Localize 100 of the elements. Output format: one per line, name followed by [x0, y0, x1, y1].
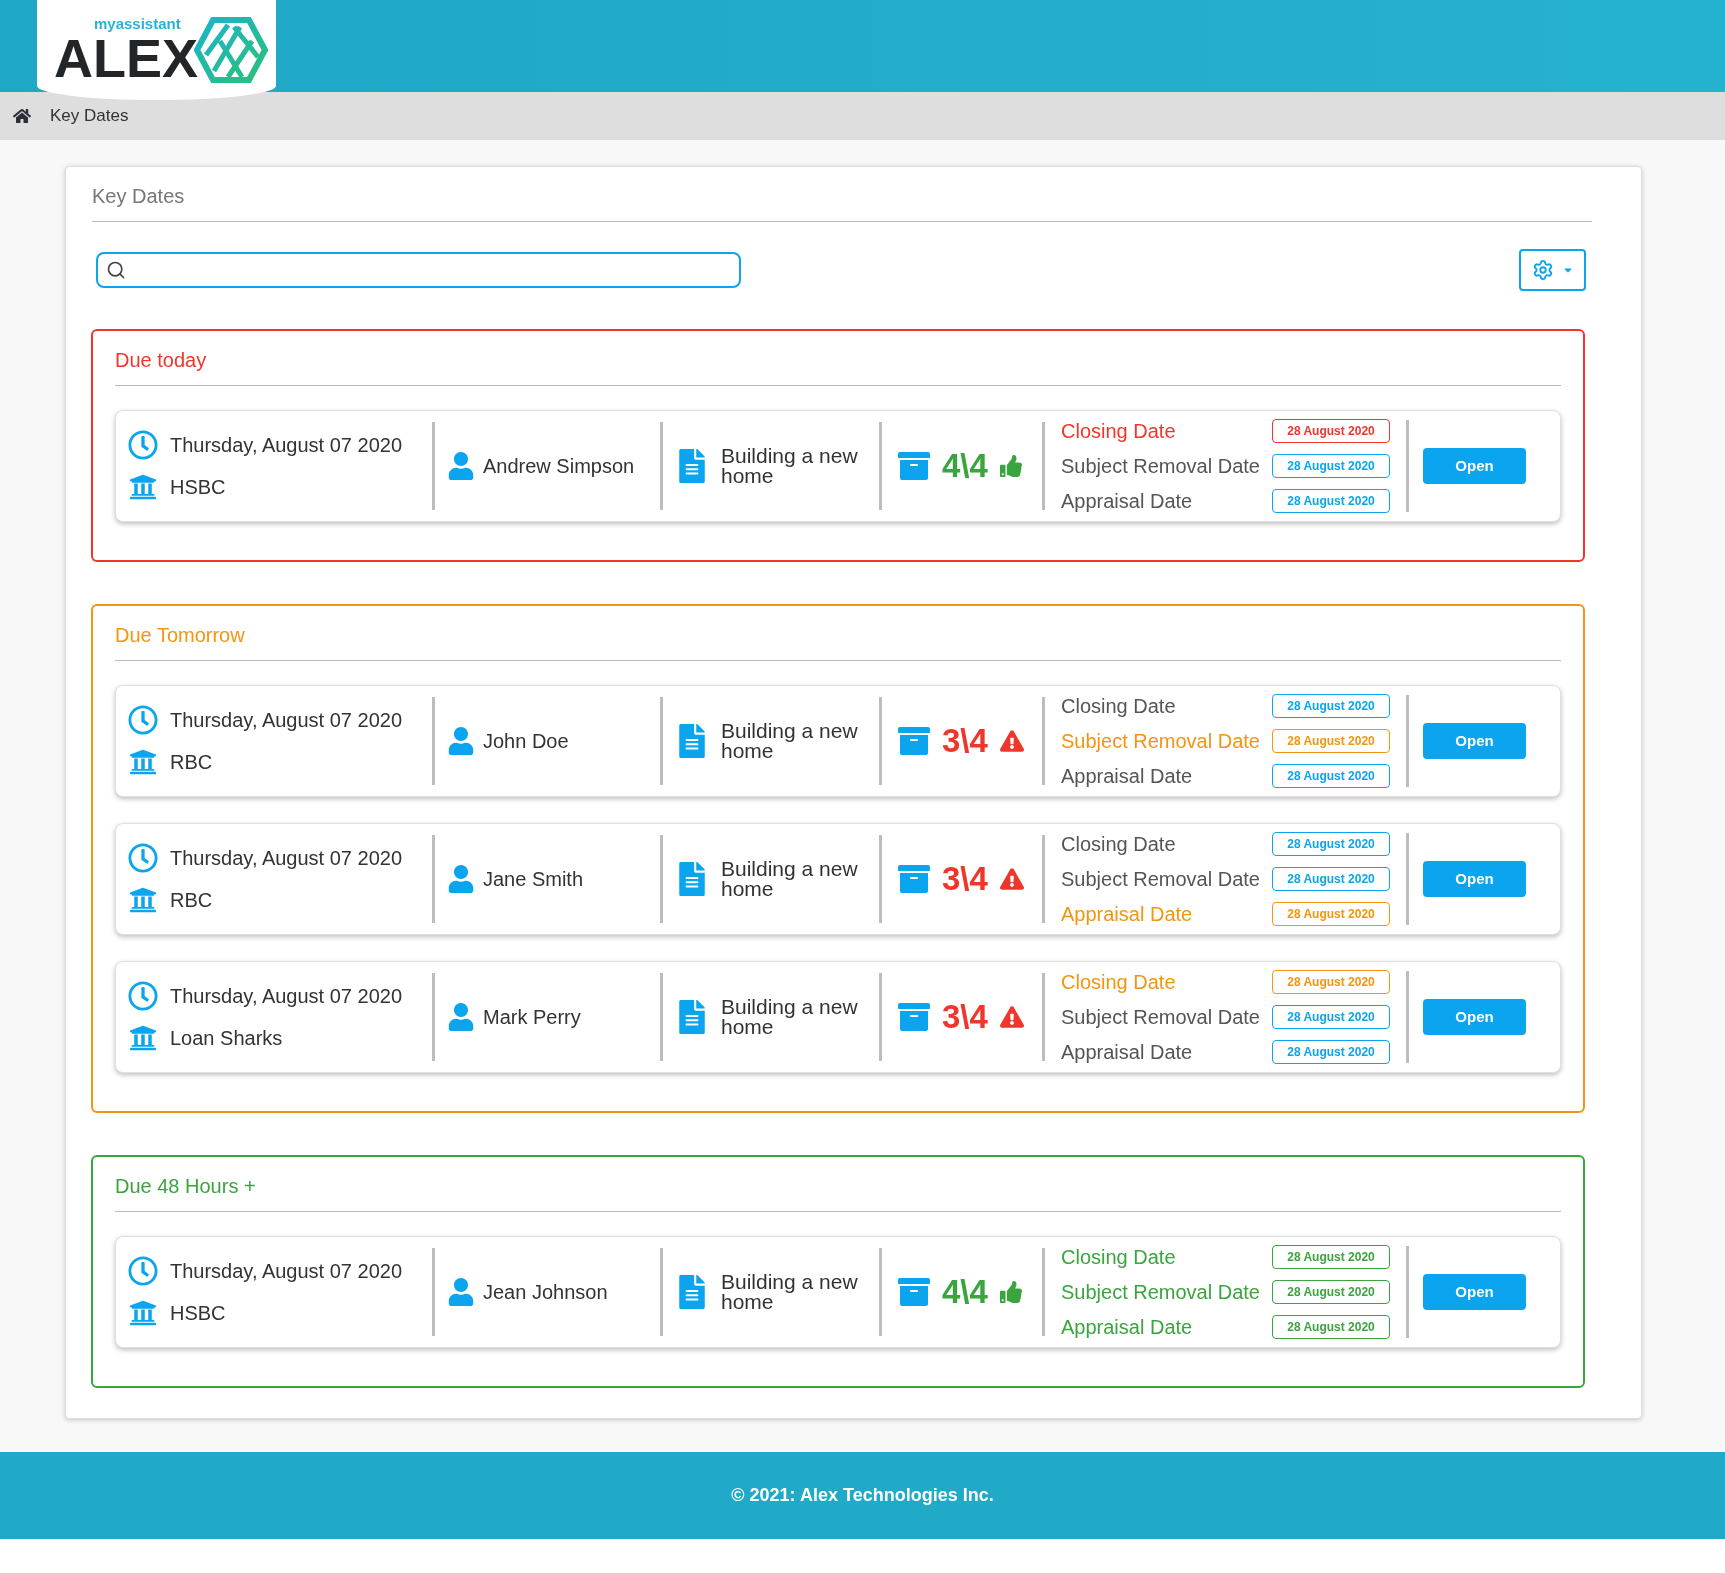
lender-text: Loan Sharks	[170, 1026, 283, 1051]
lender-text: RBC	[170, 888, 213, 913]
open-button[interactable]: Open	[1423, 999, 1526, 1035]
date-label: Subject Removal Date	[1061, 1280, 1260, 1305]
search-field[interactable]	[96, 252, 741, 288]
project-text: Building a new home	[721, 1272, 859, 1312]
date-tag: 28 August 2020	[1272, 489, 1390, 513]
thumbs-up-icon	[999, 1281, 1022, 1303]
archive-box-icon	[898, 450, 930, 482]
person-icon	[447, 1003, 475, 1031]
person-icon	[447, 1278, 475, 1306]
archive-box-icon	[898, 863, 930, 895]
bank-icon	[128, 1024, 158, 1052]
client-name: Andrew Simpson	[483, 454, 635, 479]
document-icon	[679, 1000, 705, 1034]
clock-icon	[128, 430, 158, 460]
date-text: Thursday, August 07 2020	[170, 708, 402, 733]
date-tag: 28 August 2020	[1272, 1315, 1390, 1339]
date-label: Appraisal Date	[1061, 1315, 1193, 1340]
date-tag: 28 August 2020	[1272, 729, 1390, 753]
date-tag: 28 August 2020	[1272, 694, 1390, 718]
bank-icon	[128, 886, 158, 914]
score-text: 3\4	[942, 997, 988, 1038]
settings-icon	[1531, 259, 1554, 281]
date-tag: 28 August 2020	[1272, 970, 1390, 994]
section-title: Due Tomorrow	[115, 620, 1561, 661]
warning-icon	[999, 1005, 1024, 1029]
settings-button[interactable]	[1519, 249, 1586, 291]
client-name: Jean Johnson	[483, 1280, 608, 1305]
date-tag: 28 August 2020	[1272, 454, 1390, 478]
breadcrumb-text[interactable]: Key Dates	[50, 103, 129, 129]
client-name: John Doe	[483, 729, 569, 754]
warning-icon	[999, 867, 1024, 891]
person-icon	[447, 727, 475, 755]
open-button[interactable]: Open	[1423, 1274, 1526, 1310]
bank-icon	[128, 1299, 158, 1327]
open-button[interactable]: Open	[1423, 448, 1526, 484]
person-icon	[447, 865, 475, 893]
date-label: Appraisal Date	[1061, 902, 1193, 927]
date-label: Closing Date	[1061, 970, 1176, 995]
lender-text: RBC	[170, 750, 213, 775]
copyright-text: © 2021: Alex Technologies Inc.	[731, 1484, 994, 1507]
date-tag: 28 August 2020	[1272, 1245, 1390, 1269]
search-icon	[106, 260, 126, 280]
date-tag: 28 August 2020	[1272, 832, 1390, 856]
date-label: Subject Removal Date	[1061, 867, 1260, 892]
document-icon	[679, 1275, 705, 1309]
date-label: Subject Removal Date	[1061, 1005, 1260, 1030]
date-label: Closing Date	[1061, 1245, 1176, 1270]
date-text: Thursday, August 07 2020	[170, 984, 402, 1009]
date-text: Thursday, August 07 2020	[170, 1259, 402, 1284]
logo-tagline: myassistant	[94, 15, 182, 31]
date-tag: 28 August 2020	[1272, 867, 1390, 891]
date-label: Appraisal Date	[1061, 1040, 1193, 1065]
bank-icon	[128, 748, 158, 776]
open-button[interactable]: Open	[1423, 861, 1526, 897]
date-tag: 28 August 2020	[1272, 1040, 1390, 1064]
date-label: Appraisal Date	[1061, 764, 1193, 789]
score-text: 4\4	[942, 1272, 988, 1313]
section-title: Due today	[115, 345, 1561, 386]
date-text: Thursday, August 07 2020	[170, 433, 402, 458]
date-tag: 28 August 2020	[1272, 1280, 1390, 1304]
clock-icon	[128, 1256, 158, 1286]
clock-icon	[128, 843, 158, 873]
project-text: Building a new home	[721, 859, 859, 899]
clock-icon	[128, 981, 158, 1011]
home-icon[interactable]	[13, 107, 31, 125]
thumbs-up-icon	[999, 455, 1022, 477]
document-icon	[679, 724, 705, 758]
archive-box-icon	[898, 725, 930, 757]
lender-text: HSBC	[170, 1301, 226, 1326]
logo[interactable]: myassistant ALEX	[37, 0, 276, 100]
person-icon	[447, 452, 475, 480]
date-label: Closing Date	[1061, 419, 1176, 444]
open-button[interactable]: Open	[1423, 723, 1526, 759]
score-text: 3\4	[942, 721, 988, 762]
date-label: Closing Date	[1061, 832, 1176, 857]
client-name: Jane Smith	[483, 867, 584, 892]
document-icon	[679, 862, 705, 896]
client-name: Mark Perry	[483, 1005, 581, 1030]
project-text: Building a new home	[721, 446, 859, 486]
document-icon	[679, 449, 705, 483]
date-label: Appraisal Date	[1061, 489, 1193, 514]
archive-box-icon	[898, 1001, 930, 1033]
lender-text: HSBC	[170, 475, 226, 500]
archive-box-icon	[898, 1276, 930, 1308]
date-label: Subject Removal Date	[1061, 454, 1260, 479]
warning-icon	[999, 729, 1024, 753]
date-tag: 28 August 2020	[1272, 902, 1390, 926]
bank-icon	[128, 473, 158, 501]
date-tag: 28 August 2020	[1272, 764, 1390, 788]
score-text: 3\4	[942, 859, 988, 900]
date-tag: 28 August 2020	[1272, 1005, 1390, 1029]
project-text: Building a new home	[721, 997, 859, 1037]
section-title: Due 48 Hours +	[115, 1171, 1561, 1212]
project-text: Building a new home	[721, 721, 859, 761]
date-label: Closing Date	[1061, 694, 1176, 719]
date-text: Thursday, August 07 2020	[170, 846, 402, 871]
date-label: Subject Removal Date	[1061, 729, 1260, 754]
clock-icon	[128, 705, 158, 735]
